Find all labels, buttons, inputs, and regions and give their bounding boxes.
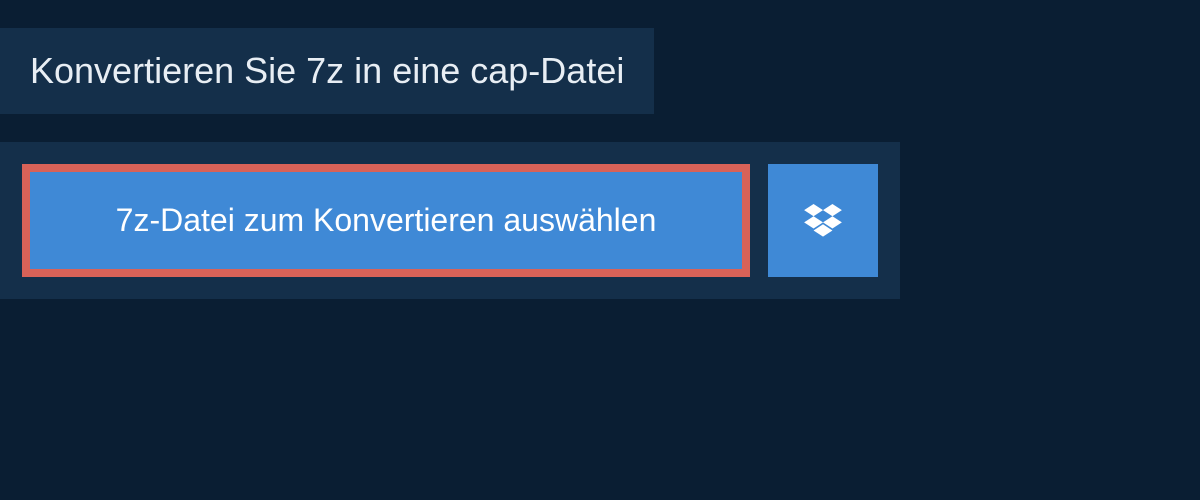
select-file-label: 7z-Datei zum Konvertieren auswählen (116, 202, 657, 239)
select-file-button[interactable]: 7z-Datei zum Konvertieren auswählen (22, 164, 750, 277)
dropbox-icon (804, 204, 842, 238)
header-bar: Konvertieren Sie 7z in eine cap-Datei (0, 28, 654, 114)
page-title: Konvertieren Sie 7z in eine cap-Datei (30, 50, 624, 92)
dropbox-button[interactable] (768, 164, 878, 277)
upload-panel: 7z-Datei zum Konvertieren auswählen (0, 142, 900, 299)
